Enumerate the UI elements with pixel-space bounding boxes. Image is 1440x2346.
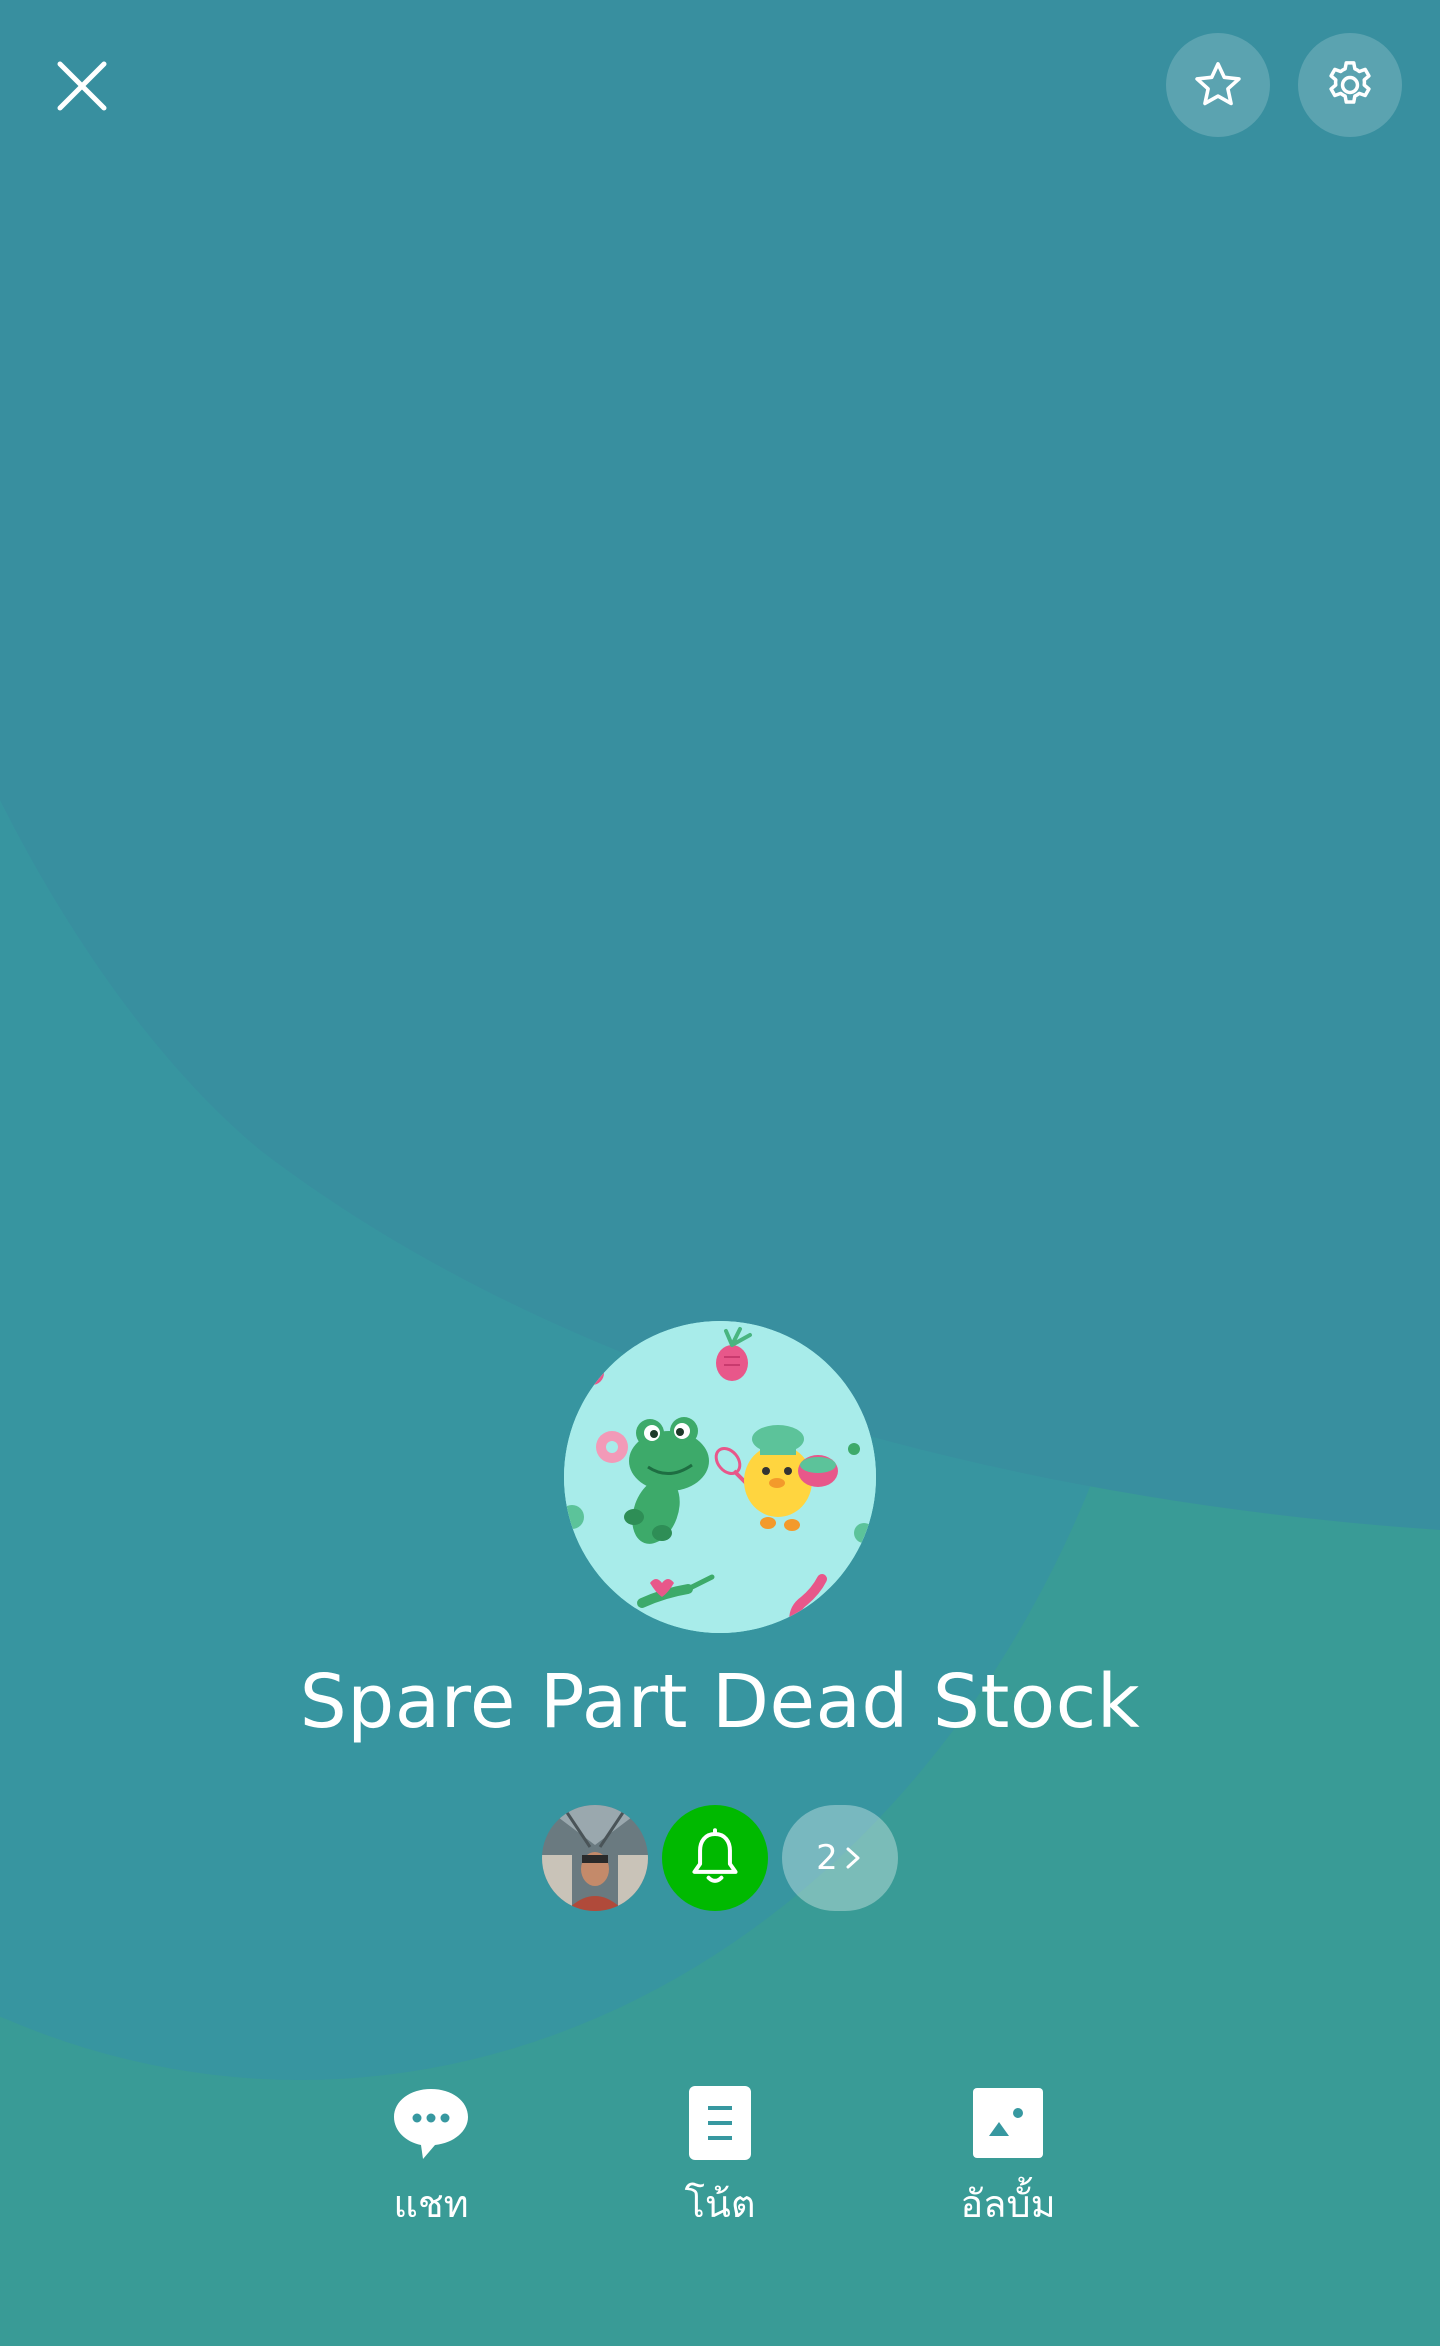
member-avatar[interactable] [542,1805,648,1911]
group-avatar[interactable] [564,1321,876,1633]
gear-icon [1329,61,1371,104]
album-icon [973,2088,1043,2158]
star-icon [1195,62,1241,106]
member-count-button[interactable]: 2 [782,1805,898,1911]
notification-toggle[interactable] [662,1805,768,1911]
note-icon [689,2086,751,2160]
bell-icon [692,1828,738,1883]
member-row: 2 [0,1805,1440,1911]
group-name: Spare Part Dead Stock [299,1659,1141,1745]
close-icon [57,61,107,111]
favorite-button[interactable] [1166,33,1270,137]
action-album-label: อัลบั้ม [960,2182,1056,2226]
action-chat-label: แชท [393,2182,469,2226]
settings-button[interactable] [1298,33,1402,137]
action-note[interactable]: โน้ต [610,2080,830,2240]
chat-bubble-icon [394,2089,468,2159]
background [0,0,1440,2346]
action-chat[interactable]: แชท [321,2080,541,2240]
group-avatar-illustration [564,1321,876,1633]
member-photo [542,1805,648,1911]
chevron-right-icon [846,1847,860,1869]
member-count: 2 [816,1838,838,1878]
action-note-label: โน้ต [684,2182,756,2226]
action-album[interactable]: อัลบั้ม [898,2080,1118,2240]
close-button[interactable] [38,42,126,130]
